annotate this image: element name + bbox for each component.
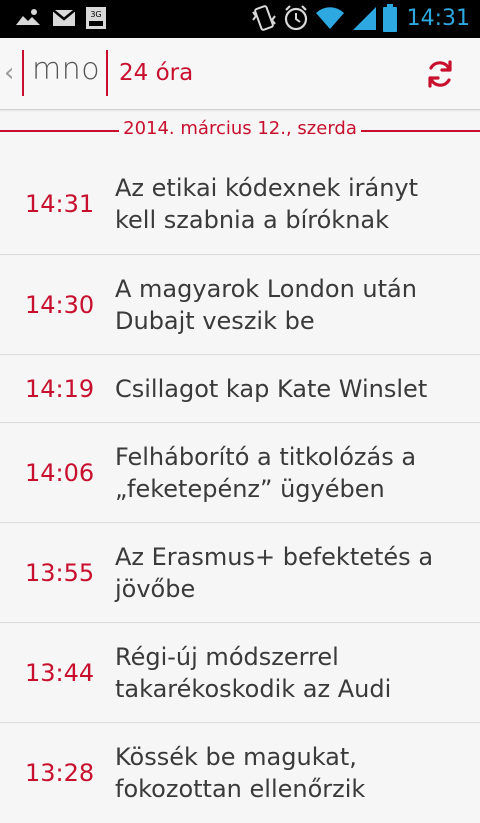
news-headline: Kössék be magukat, fokozottan ellenőrzik [115,743,366,803]
news-time: 14:31 [25,190,95,218]
news-headline: Felháborító a titkolózás a „feketepénz” … [115,442,417,503]
clock: 14:31 [406,5,470,31]
network-badge: 3G [90,10,101,19]
3g-data-icon: 3G [86,7,106,29]
vibrate-icon [251,5,276,31]
news-headline: Az etikai kódexnek irányt kell szabnia a… [115,174,419,234]
date-header: 2014. március 12., szerda [0,118,480,139]
news-item[interactable]: 14:19 Csillagot kap Kate Winslet [0,355,480,423]
logo-divider-left [22,50,24,96]
signal-icon [352,7,376,30]
logo-divider-right [106,50,108,96]
news-item[interactable]: 13:55 Az Erasmus+ befektetés a jövőbe [0,523,480,623]
news-headline: Régi-új módszerrel takarékoskodik az Aud… [115,642,392,703]
system-icons: 14:31 [251,4,470,32]
news-time: 13:28 [25,759,95,787]
news-headline: Az Erasmus+ befektetés a jövőbe [115,542,434,603]
gmail-icon [52,9,76,26]
news-time: 14:06 [25,458,95,487]
news-time: 14:19 [25,374,95,403]
news-time: 13:55 [25,558,95,587]
alarm-icon [284,5,307,31]
news-headline: Csillagot kap Kate Winslet [115,374,428,403]
refresh-icon[interactable] [424,58,456,90]
status-bar: 3G 14:31 [0,0,480,38]
news-item[interactable]: 13:28 Kössék be magukat, fokozottan elle… [0,723,480,823]
news-time: 14:30 [25,290,95,319]
notification-icons: 3G [14,7,106,29]
news-item[interactable]: 13:44 Régi-új módszerrel takarékoskodik … [0,623,480,723]
back-chevron-icon[interactable]: ‹ [4,58,14,88]
page-title: 24 óra [119,60,194,86]
news-item[interactable]: 14:30 A magyarok London után Dubajt vesz… [0,255,480,355]
wifi-icon [315,7,344,29]
app-logo[interactable]: mno [32,52,100,87]
news-item[interactable]: 14:31 Az etikai kódexnek irányt kell sza… [0,154,480,255]
news-item[interactable]: 14:06 Felháborító a titkolózás a „fekete… [0,423,480,523]
app-bar: ‹ mno 24 óra [0,38,480,110]
news-headline: A magyarok London után Dubajt veszik be [115,274,417,335]
battery-icon [382,4,397,32]
date-header-text: 2014. március 12., szerda [119,118,361,139]
news-list[interactable]: 14:31 Az etikai kódexnek irányt kell sza… [0,154,480,823]
photo-notification-icon [16,9,40,25]
news-time: 13:44 [25,658,95,687]
